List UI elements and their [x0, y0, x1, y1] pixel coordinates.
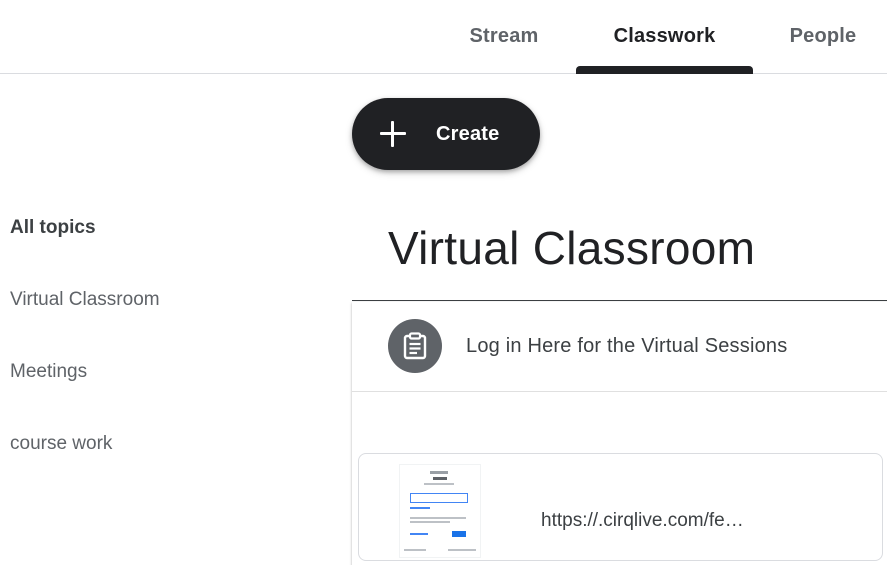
tab-classwork[interactable]: Classwork [576, 0, 753, 73]
tab-people[interactable]: People [768, 0, 878, 73]
top-nav: Stream Classwork People [0, 0, 887, 74]
plus-icon [380, 121, 406, 147]
link-attachment[interactable]: https://.cirqlive.com/fe… [358, 453, 883, 561]
topic-meetings[interactable]: Meetings [10, 354, 87, 390]
material-header[interactable]: Log in Here for the Virtual Sessions [352, 302, 887, 392]
topic-virtual-classroom[interactable]: Virtual Classroom [10, 282, 160, 318]
create-button[interactable]: Create [352, 98, 540, 170]
link-url: https://.cirqlive.com/fe… [541, 510, 744, 531]
assignment-icon [388, 319, 442, 373]
link-thumbnail [399, 464, 481, 558]
tab-selected-indicator [576, 66, 753, 74]
material-title: Log in Here for the Virtual Sessions [466, 335, 788, 357]
classwork-page: Stream Classwork People Create All topic… [0, 0, 887, 565]
topic-heading: Virtual Classroom [388, 222, 756, 274]
topic-divider [352, 300, 887, 301]
topic-course-work[interactable]: course work [10, 426, 112, 462]
create-button-label: Create [436, 122, 500, 145]
topic-all-topics[interactable]: All topics [10, 210, 96, 246]
tab-stream[interactable]: Stream [440, 0, 568, 73]
